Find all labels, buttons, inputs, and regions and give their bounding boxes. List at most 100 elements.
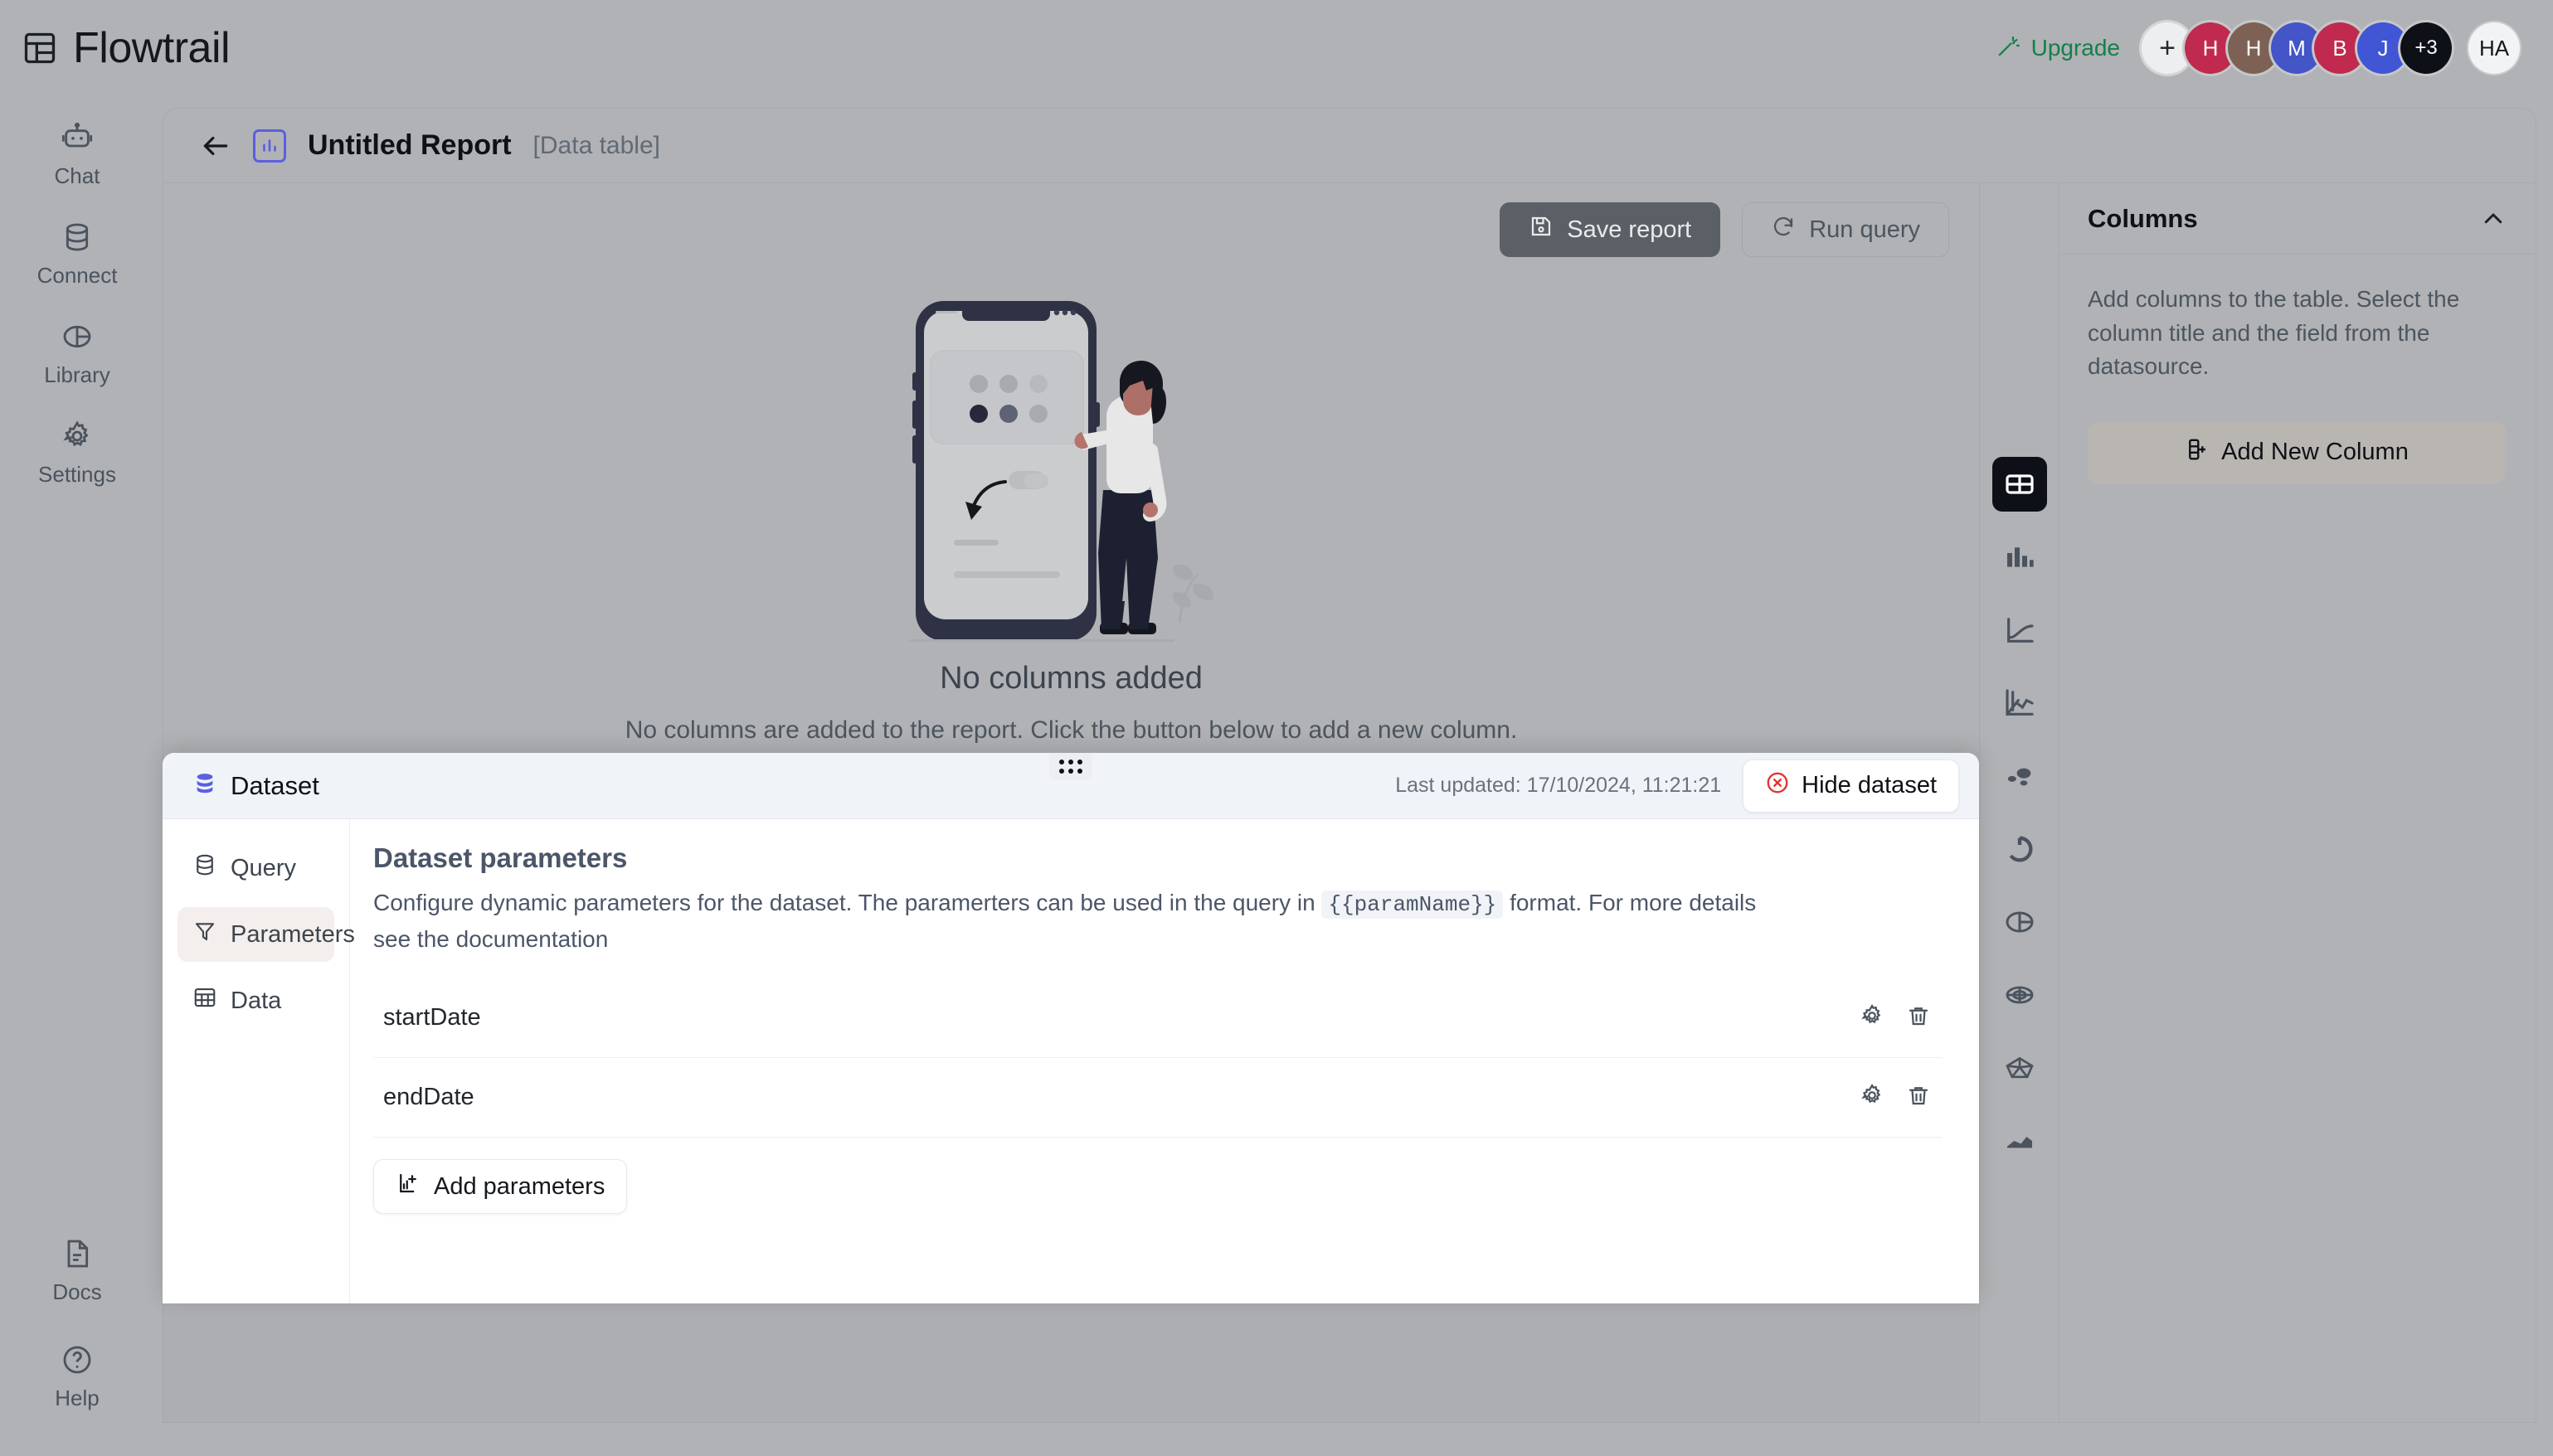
chart-type-polygon[interactable] — [1992, 1041, 2047, 1095]
description-part-1: Configure dynamic parameters for the dat… — [373, 890, 1315, 915]
parameter-name: startDate — [383, 1004, 481, 1031]
add-parameters-label: Add parameters — [434, 1172, 605, 1200]
dataset-drawer-body: Query Parameters Data Dataset parameters… — [163, 819, 1979, 1303]
save-report-button[interactable]: Save report — [1500, 202, 1721, 257]
hide-dataset-button[interactable]: Hide dataset — [1743, 759, 1959, 813]
parameter-row: startDate — [373, 978, 1943, 1059]
add-new-column-button[interactable]: Add New Column — [2088, 421, 2506, 483]
chart-type-scatter[interactable] — [1992, 749, 2047, 803]
report-toolbar: Save report Run query — [163, 183, 1979, 276]
add-new-column-label: Add New Column — [2221, 439, 2409, 466]
refresh-icon — [1771, 214, 1796, 245]
sidebar-item-label: Library — [44, 362, 110, 387]
sidebar-item-docs[interactable]: Docs — [27, 1230, 127, 1312]
dataset-nav-data[interactable]: Data — [177, 973, 334, 1028]
columns-panel: Columns Add columns to the table. Select… — [2059, 183, 2534, 1422]
page-title[interactable]: Untitled Report — [308, 129, 512, 162]
sidebar-item-help[interactable]: Help — [27, 1337, 127, 1418]
sidebar-item-label: Docs — [52, 1279, 102, 1304]
dataset-parameters-description: Configure dynamic parameters for the dat… — [373, 886, 1792, 957]
dataset-parameters-heading: Dataset parameters — [373, 842, 628, 873]
save-icon — [1529, 214, 1554, 245]
chart-type-radar[interactable] — [1992, 968, 2047, 1022]
run-query-button[interactable]: Run query — [1742, 202, 1949, 257]
person-with-phone-illustration — [908, 301, 1213, 642]
dataset-last-updated: Last updated: 17/10/2024, 11:21:21 — [1395, 774, 1722, 797]
drag-dots-glyph — [1059, 759, 1082, 774]
hide-dataset-label: Hide dataset — [1802, 772, 1937, 798]
app-name: Flowtrail — [73, 24, 231, 72]
avatar-group: + H H M B J +3 HA — [2142, 22, 2520, 74]
top-bar-right: Upgrade + H H M B J +3 HA — [1996, 22, 2520, 74]
add-column-icon — [2185, 437, 2210, 468]
arrow-left-icon[interactable] — [200, 130, 231, 162]
empty-state-title: No columns added — [940, 661, 1203, 696]
file-text-icon — [61, 1237, 94, 1274]
avatar-overflow-count[interactable]: +3 — [2400, 22, 2452, 74]
bar-chart-icon — [253, 129, 286, 163]
parameter-list: startDate endDate — [373, 978, 1943, 1138]
chart-type-line[interactable] — [1992, 603, 2047, 658]
drag-dots-icon[interactable] — [1049, 753, 1092, 780]
brand[interactable]: Flowtrail — [22, 23, 231, 73]
parameter-actions — [1860, 1003, 1931, 1032]
run-query-label: Run query — [1809, 216, 1920, 243]
trash-icon[interactable] — [1906, 1083, 1931, 1112]
sidebar-item-connect[interactable]: Connect — [27, 214, 127, 295]
sidebar-item-label: Chat — [54, 163, 100, 188]
trash-icon[interactable] — [1906, 1003, 1931, 1032]
sidebar-item-chat[interactable]: Chat — [27, 114, 127, 196]
empty-state: No columns added No columns are added to… — [163, 276, 1979, 745]
dataset-nav-parameters[interactable]: Parameters — [177, 907, 355, 962]
parameter-actions — [1860, 1083, 1931, 1112]
chart-type-composed[interactable] — [1992, 676, 2047, 730]
top-bar: Flowtrail Upgrade + H H M B J +3 HA — [0, 0, 2553, 96]
magic-wand-icon — [1996, 33, 2021, 64]
table-icon — [192, 985, 217, 1017]
add-parameter-icon — [396, 1171, 421, 1202]
chart-type-donut[interactable] — [1992, 822, 2047, 876]
dataset-header-right: Last updated: 17/10/2024, 11:21:21 Hide … — [1395, 759, 1959, 813]
param-name-token: {{paramName}} — [1321, 891, 1504, 919]
empty-state-subtitle: No columns are added to the report. Clic… — [625, 716, 1518, 744]
database-icon — [61, 221, 94, 258]
dataset-title: Dataset — [231, 770, 319, 800]
upgrade-button[interactable]: Upgrade — [1996, 33, 2120, 64]
sidebar-item-label: Connect — [36, 263, 118, 288]
gear-icon[interactable] — [1860, 1003, 1884, 1032]
chart-type-table[interactable] — [1991, 457, 2047, 512]
database-icon — [192, 852, 217, 884]
add-parameters-button[interactable]: Add parameters — [373, 1159, 628, 1215]
sidebar-item-library[interactable]: Library — [27, 313, 127, 395]
chart-type-pie[interactable] — [1992, 895, 2047, 949]
columns-panel-description: Add columns to the table. Select the col… — [2088, 286, 2460, 380]
chevron-up-icon[interactable] — [2481, 206, 2506, 231]
columns-panel-title: Columns — [2088, 203, 2198, 233]
dataset-nav-label: Parameters — [231, 920, 355, 948]
circle-x-icon — [1765, 770, 1790, 802]
sidebar-item-settings[interactable]: Settings — [27, 413, 127, 494]
sidebar: Chat Connect Library Settings Docs Help — [0, 96, 154, 1456]
layout-grid-icon — [22, 30, 58, 66]
columns-panel-body: Add columns to the table. Select the col… — [2059, 255, 2534, 483]
columns-panel-header[interactable]: Columns — [2059, 183, 2534, 255]
filter-icon — [192, 919, 217, 950]
dataset-drawer: Dataset Last updated: 17/10/2024, 11:21:… — [163, 753, 1979, 1303]
dataset-title-group: Dataset — [192, 771, 319, 801]
question-circle-icon — [61, 1343, 94, 1381]
save-report-label: Save report — [1567, 216, 1692, 243]
current-user-avatar[interactable]: HA — [2468, 22, 2520, 74]
dataset-nav-label: Query — [231, 854, 296, 881]
pie-chart-icon — [61, 320, 94, 357]
gear-icon — [61, 420, 94, 457]
parameter-name: endDate — [383, 1084, 474, 1111]
report-header: Untitled Report [Data table] — [163, 109, 2536, 183]
database-icon — [192, 771, 217, 800]
chart-type-bar[interactable] — [1992, 530, 2047, 585]
robot-icon — [61, 121, 94, 158]
upgrade-label: Upgrade — [2030, 35, 2120, 61]
gear-icon[interactable] — [1860, 1083, 1884, 1112]
dataset-nav-query[interactable]: Query — [177, 841, 334, 895]
report-type-label: [Data table] — [532, 131, 660, 159]
chart-type-area[interactable] — [1992, 1114, 2047, 1168]
